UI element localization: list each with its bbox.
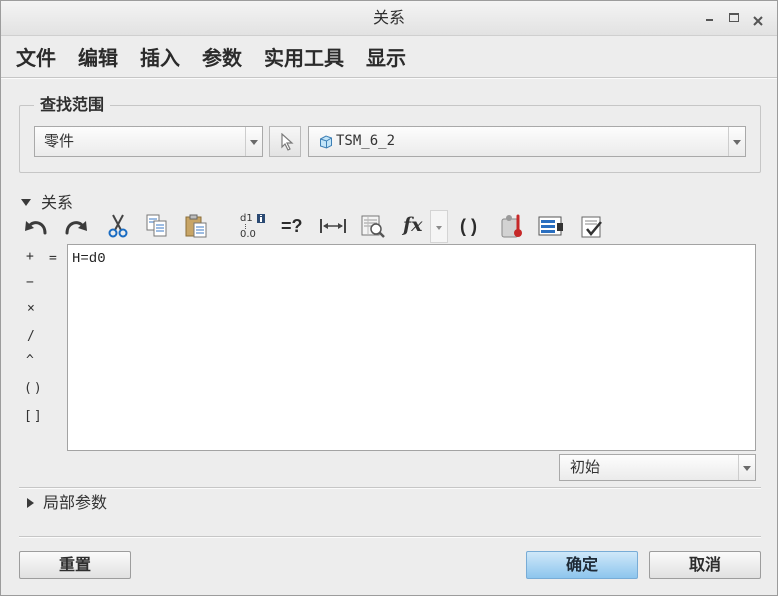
chevron-down-icon[interactable] <box>738 455 755 480</box>
switch-dims-top-label: d1 <box>240 213 253 224</box>
relations-dialog: 关系 文件 编辑 插入 参数 实用工具 显示 查找范围 零件 TSM_6_2 关… <box>0 0 778 596</box>
insert-parentheses-icon[interactable]: ( ) <box>460 214 477 238</box>
title-bar[interactable]: 关系 <box>1 1 777 36</box>
menu-insert[interactable]: 插入 <box>140 42 180 71</box>
info-badge-icon <box>257 214 265 223</box>
operator-brackets-button[interactable]: [] <box>24 409 44 425</box>
switch-dimensions-icon[interactable]: d1 0.0 <box>239 213 269 241</box>
menu-file[interactable]: 文件 <box>16 42 56 71</box>
close-icon[interactable] <box>752 12 764 26</box>
menu-bar: 文件 编辑 插入 参数 实用工具 显示 <box>16 40 406 72</box>
find-scope-legend: 查找范围 <box>34 94 111 116</box>
switch-dims-bottom-label: 0.0 <box>240 229 256 240</box>
menu-parameters[interactable]: 参数 <box>202 42 242 71</box>
expanded-triangle-icon <box>21 199 31 206</box>
operator-minus-button[interactable]: − <box>26 275 34 291</box>
chevron-down-icon[interactable] <box>728 127 745 156</box>
operator-divide-button[interactable]: / <box>27 329 35 345</box>
object-type-value: 零件 <box>44 132 75 150</box>
object-type-select[interactable]: 零件 <box>34 126 263 157</box>
collapsed-triangle-icon <box>27 498 34 508</box>
operator-multiply-button[interactable]: × <box>27 301 35 317</box>
check-relations-icon[interactable] <box>579 214 605 240</box>
maximize-icon[interactable] <box>729 13 739 22</box>
relations-state-select[interactable]: 初始 <box>559 454 756 481</box>
ok-button[interactable]: 确定 <box>526 551 638 579</box>
function-menu-chevron-icon[interactable] <box>430 210 448 243</box>
model-select[interactable]: TSM_6_2 <box>308 126 746 157</box>
relations-state-value: 初始 <box>570 458 601 476</box>
close-glyph-icon <box>753 16 763 26</box>
operator-parentheses-button[interactable]: () <box>24 381 44 397</box>
operator-equals-button[interactable]: = <box>49 251 57 267</box>
relations-toolbar: d1 0.0 =? fx ( ) <box>19 210 619 243</box>
paste-icon[interactable] <box>184 212 208 240</box>
insert-from-list-icon[interactable] <box>537 214 565 240</box>
part-cube-icon <box>320 135 332 149</box>
local-parameters-toggle[interactable]: 局部参数 <box>25 493 145 513</box>
sort-relations-icon[interactable] <box>359 213 387 240</box>
cancel-button[interactable]: 取消 <box>649 551 761 579</box>
operator-plus-button[interactable]: + <box>26 249 34 265</box>
operator-panel: + = − × / ^ () [] <box>19 245 63 435</box>
measure-icon[interactable] <box>319 216 347 236</box>
menu-edit[interactable]: 编辑 <box>78 42 118 71</box>
footer-divider <box>19 536 761 538</box>
verify-icon[interactable] <box>499 212 527 240</box>
insert-function-icon[interactable]: fx <box>403 212 423 238</box>
pointer-icon <box>281 133 294 151</box>
chevron-down-icon[interactable] <box>245 127 262 156</box>
minimize-icon[interactable] <box>704 11 716 25</box>
local-parameters-label: 局部参数 <box>43 493 108 512</box>
model-value: TSM_6_2 <box>336 133 396 149</box>
redo-icon[interactable] <box>63 215 89 237</box>
reset-button[interactable]: 重置 <box>19 551 131 579</box>
cut-icon[interactable] <box>107 213 129 239</box>
menu-utilities[interactable]: 实用工具 <box>264 42 344 71</box>
window-title: 关系 <box>372 8 405 27</box>
copy-icon[interactable] <box>145 213 169 239</box>
section-divider <box>19 487 761 489</box>
select-model-button[interactable] <box>269 126 301 157</box>
operator-power-button[interactable]: ^ <box>26 353 34 369</box>
relations-editor[interactable]: H=d0 <box>67 244 756 451</box>
menu-show[interactable]: 显示 <box>366 42 406 71</box>
evaluate-icon[interactable]: =? <box>281 214 303 238</box>
undo-icon[interactable] <box>23 215 49 237</box>
menu-divider <box>1 77 777 79</box>
